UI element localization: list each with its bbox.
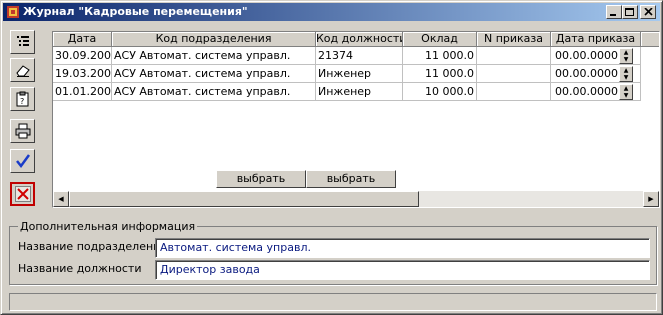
spin-up-icon[interactable]: ▲ xyxy=(620,85,632,92)
dept-name-label: Название подразделения xyxy=(18,240,167,253)
app-icon xyxy=(7,6,19,18)
minimize-icon xyxy=(610,14,616,16)
spin-down-icon[interactable]: ▼ xyxy=(620,74,632,81)
cell-dept[interactable]: АСУ Автомат. система управл. xyxy=(112,47,316,65)
spin-up-icon[interactable]: ▲ xyxy=(620,49,632,56)
order-date-spinner[interactable]: ▲ ▼ xyxy=(619,84,633,100)
cell-date[interactable]: 30.09.2005 xyxy=(53,47,112,65)
cell-order-number[interactable] xyxy=(477,65,551,83)
erase-button[interactable] xyxy=(10,58,35,82)
cell-dept[interactable]: АСУ Автомат. система управл. xyxy=(112,83,316,101)
column-header-salary[interactable]: Оклад xyxy=(403,32,477,47)
dept-name-field[interactable]: Автомат. система управл. xyxy=(155,238,650,258)
scroll-left-icon[interactable]: ◀ xyxy=(53,191,69,207)
checkmark-icon xyxy=(15,154,30,169)
print-button[interactable] xyxy=(10,119,35,143)
column-header-order-number[interactable]: N приказа xyxy=(477,32,551,47)
status-bar xyxy=(9,293,657,311)
confirm-button[interactable] xyxy=(10,149,35,173)
cell-salary[interactable]: 11 000.0 xyxy=(403,47,477,65)
clipboard-icon: ? xyxy=(16,91,28,107)
column-header-order-date[interactable]: Дата приказа xyxy=(551,32,641,47)
close-icon xyxy=(643,8,653,16)
cell-position[interactable]: Инженер xyxy=(316,65,403,83)
cell-position[interactable]: Инженер xyxy=(316,83,403,101)
cell-date[interactable]: 01.01.2005 xyxy=(53,83,112,101)
maximize-button[interactable] xyxy=(622,5,638,19)
eraser-icon xyxy=(15,65,30,77)
position-name-label: Название должности xyxy=(18,262,142,275)
select-button-2[interactable]: выбрать xyxy=(306,170,396,188)
column-header-date[interactable]: Дата xyxy=(53,32,112,47)
select-button-1[interactable]: выбрать xyxy=(216,170,306,188)
list-icon xyxy=(16,36,29,46)
scroll-thumb[interactable] xyxy=(69,191,419,207)
transfers-grid: Дата Код подразделения Код должности Окл… xyxy=(52,31,660,208)
clipboard-button[interactable]: ? xyxy=(10,87,35,111)
window-title: Журнал "Кадровые перемещения" xyxy=(23,5,248,18)
cell-salary[interactable]: 10 000.0 xyxy=(403,83,477,101)
list-button[interactable] xyxy=(10,30,35,54)
column-header-dept[interactable]: Код подразделения xyxy=(112,32,316,47)
cell-position[interactable]: 21374 xyxy=(316,47,403,65)
minimize-button[interactable] xyxy=(606,5,622,19)
additional-info-legend: Дополнительная информация xyxy=(20,220,196,233)
position-name-field[interactable]: Директор завода xyxy=(155,260,650,280)
column-header-filler xyxy=(641,32,659,47)
maximize-icon xyxy=(625,7,634,16)
cell-order-number[interactable] xyxy=(477,83,551,101)
journal-window: Журнал "Кадровые перемещения" ? Дата Код… xyxy=(0,0,663,315)
scroll-right-icon[interactable]: ▶ xyxy=(643,191,659,207)
close-button[interactable] xyxy=(640,5,656,19)
horizontal-scrollbar[interactable]: ◀ ▶ xyxy=(53,191,659,207)
cell-dept[interactable]: АСУ Автомат. система управл. xyxy=(112,65,316,83)
column-header-position[interactable]: Код должности xyxy=(316,32,403,47)
cancel-icon xyxy=(14,186,31,202)
title-bar[interactable]: Журнал "Кадровые перемещения" xyxy=(3,3,660,21)
spin-down-icon[interactable]: ▼ xyxy=(620,92,632,99)
order-date-spinner[interactable]: ▲ ▼ xyxy=(619,66,633,82)
cell-date[interactable]: 19.03.2005 xyxy=(53,65,112,83)
cell-salary[interactable]: 11 000.0 xyxy=(403,65,477,83)
spin-down-icon[interactable]: ▼ xyxy=(620,56,632,63)
spin-up-icon[interactable]: ▲ xyxy=(620,67,632,74)
cancel-button[interactable] xyxy=(10,182,35,206)
svg-text:?: ? xyxy=(20,97,24,106)
printer-icon xyxy=(15,123,30,139)
order-date-spinner[interactable]: ▲ ▼ xyxy=(619,48,633,64)
cell-order-number[interactable] xyxy=(477,47,551,65)
